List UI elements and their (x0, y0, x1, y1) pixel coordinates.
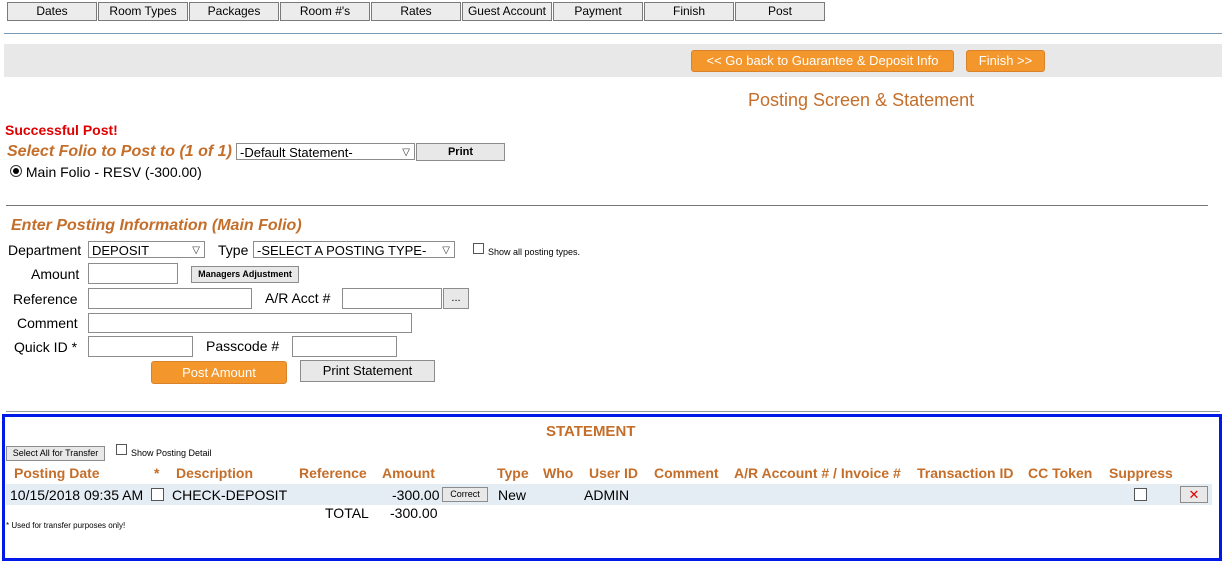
passcode-input[interactable] (292, 336, 397, 357)
tab-rates[interactable]: Rates (371, 2, 461, 21)
main-folio-radio[interactable] (10, 165, 22, 177)
row-type: New (498, 487, 527, 503)
main-folio-label: Main Folio - RESV (-300.00) (25, 164, 202, 180)
col-posting-date: Posting Date (14, 465, 100, 481)
type-label: Type (218, 242, 249, 258)
quick-id-label: Quick ID * (14, 339, 78, 355)
statement-select-value: -Default Statement- (240, 145, 353, 160)
print-button[interactable]: Print (416, 143, 505, 161)
col-suppress: Suppress (1109, 465, 1173, 481)
step-tabs: Dates Room Types Packages Room #'s Rates… (7, 2, 826, 21)
statement-select[interactable]: -Default Statement- ▽ (236, 143, 415, 160)
post-amount-button[interactable]: Post Amount (151, 361, 287, 384)
total-value: -300.00 (390, 505, 438, 521)
tab-packages[interactable]: Packages (189, 2, 279, 21)
row-transfer-checkbox[interactable] (151, 488, 164, 501)
col-ar-account-invoice: A/R Account # / Invoice # (734, 465, 901, 481)
ar-acct-label: A/R Acct # (265, 290, 331, 306)
comment-input[interactable] (88, 313, 412, 333)
col-user-id: User ID (589, 465, 639, 481)
main-folio-radio-row[interactable]: Main Folio - RESV (-300.00) (10, 164, 202, 180)
section-divider (6, 205, 1208, 206)
posting-heading: Enter Posting Information (Main Folio) (11, 217, 302, 234)
tab-dates[interactable]: Dates (7, 2, 97, 21)
ar-lookup-button[interactable]: ... (443, 288, 469, 309)
col-transaction-id: Transaction ID (917, 465, 1014, 481)
tab-finish[interactable]: Finish (644, 2, 734, 21)
amount-input[interactable] (88, 263, 178, 284)
show-all-types-checkbox[interactable] (473, 243, 484, 254)
department-label: Department (8, 242, 82, 258)
row-description: CHECK-DEPOSIT (172, 487, 288, 503)
correct-button[interactable]: Correct (442, 487, 488, 502)
page-title: Posting Screen & Statement (748, 90, 975, 110)
print-statement-button[interactable]: Print Statement (300, 360, 435, 382)
go-back-button[interactable]: << Go back to Guarantee & Deposit Info (691, 50, 954, 72)
section-divider (6, 411, 1220, 412)
row-user-id: ADMIN (584, 487, 630, 503)
col-who: Who (543, 465, 574, 481)
quick-id-input[interactable] (88, 336, 193, 357)
col-reference: Reference (299, 465, 367, 481)
show-posting-detail-label: Show Posting Detail (131, 448, 212, 458)
col-cc-token: CC Token (1028, 465, 1093, 481)
select-all-transfer-button[interactable]: Select All for Transfer (6, 446, 105, 461)
chevron-down-icon: ▽ (192, 245, 200, 256)
top-divider (4, 33, 1222, 34)
amount-label: Amount (31, 266, 80, 282)
department-select[interactable]: DEPOSIT ▽ (88, 241, 205, 258)
folio-select-label: Select Folio to Post to (1 of 1) (7, 143, 232, 160)
col-description: Description (176, 465, 254, 481)
show-all-types-label: Show all posting types. (488, 247, 581, 257)
tab-post[interactable]: Post (735, 2, 825, 21)
posting-type-value: -SELECT A POSTING TYPE- (257, 243, 427, 258)
row-amount: -300.00 (392, 487, 440, 503)
tab-payment[interactable]: Payment (553, 2, 643, 21)
total-label: TOTAL (325, 505, 369, 521)
passcode-label: Passcode # (206, 338, 280, 354)
reference-label: Reference (13, 291, 78, 307)
tab-guest-account[interactable]: Guest Account (462, 2, 552, 21)
reference-input[interactable] (88, 288, 252, 309)
chevron-down-icon: ▽ (402, 147, 410, 158)
comment-label: Comment (17, 315, 78, 331)
status-message: Successful Post! (5, 122, 118, 138)
delete-icon[interactable]: ✕ (1180, 486, 1208, 503)
ar-acct-input[interactable] (342, 288, 442, 309)
transfer-footnote: * Used for transfer purposes only! (6, 521, 126, 530)
tab-room-numbers[interactable]: Room #'s (280, 2, 370, 21)
col-type: Type (497, 465, 529, 481)
department-value: DEPOSIT (92, 243, 150, 258)
col-comment: Comment (654, 465, 719, 481)
col-amount: Amount (382, 465, 435, 481)
row-posting-date: 10/15/2018 09:35 AM (10, 487, 144, 503)
show-posting-detail-checkbox[interactable] (116, 444, 127, 455)
chevron-down-icon: ▽ (442, 245, 450, 256)
row-suppress-checkbox[interactable] (1134, 488, 1147, 501)
col-transfer-marker: * (154, 465, 160, 481)
managers-adjustment-button[interactable]: Managers Adjustment (191, 266, 299, 283)
posting-type-select[interactable]: -SELECT A POSTING TYPE- ▽ (253, 241, 455, 258)
statement-title: STATEMENT (546, 423, 636, 440)
finish-button[interactable]: Finish >> (966, 50, 1045, 72)
tab-room-types[interactable]: Room Types (98, 2, 188, 21)
